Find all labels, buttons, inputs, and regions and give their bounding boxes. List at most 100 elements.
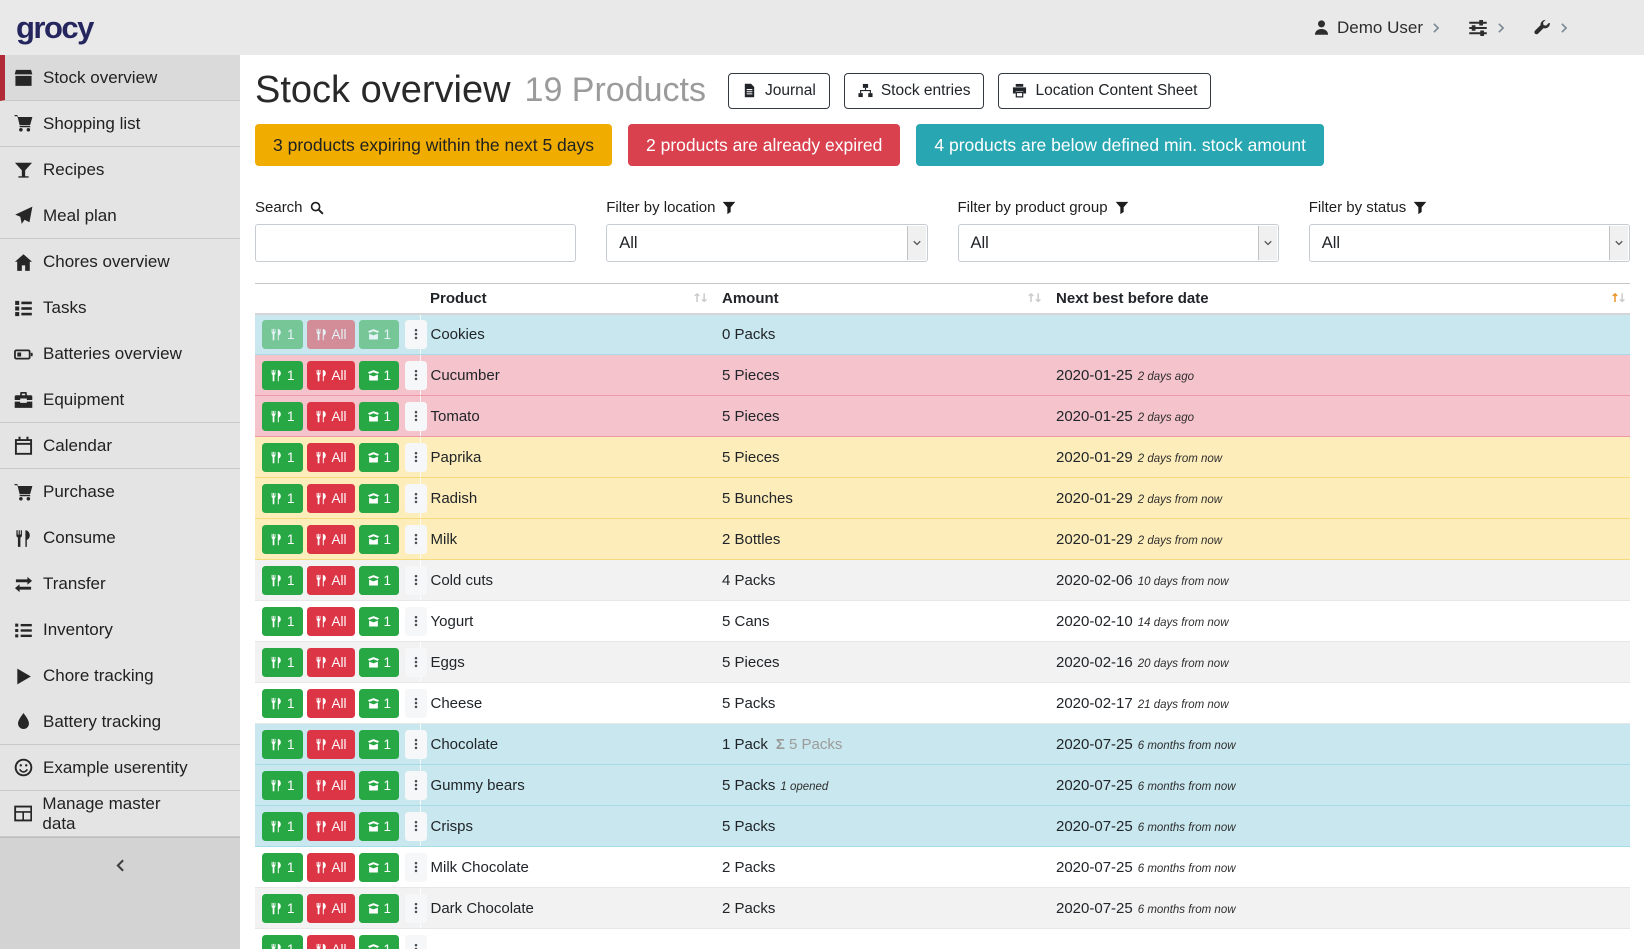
consume-one-button[interactable]: 1	[262, 853, 303, 882]
sidebar-item-purchase[interactable]: Purchase	[0, 469, 240, 515]
sidebar-item-inventory[interactable]: Inventory	[0, 607, 240, 653]
column-header-amount[interactable]: Amount↑↓	[712, 284, 1046, 314]
status-filter-select[interactable]: All	[1309, 224, 1630, 262]
open-one-button[interactable]: 1	[359, 812, 400, 841]
consume-all-button[interactable]: All	[307, 566, 355, 595]
box-icon	[14, 68, 33, 87]
consume-one-button[interactable]: 1	[262, 730, 303, 759]
sidebar-item-meal-plan[interactable]: Meal plan	[0, 193, 240, 239]
user-menu[interactable]: Demo User	[1313, 18, 1442, 38]
open-one-button[interactable]: 1	[359, 935, 400, 949]
consume-one-button[interactable]: 1	[262, 771, 303, 800]
consume-all-button[interactable]: All	[307, 853, 355, 882]
open-one-button[interactable]: 1	[359, 730, 400, 759]
consume-one-button[interactable]: 1	[262, 566, 303, 595]
sidebar-item-chore-tracking[interactable]: Chore tracking	[0, 653, 240, 699]
open-one-button[interactable]: 1	[359, 525, 400, 554]
consume-one-button[interactable]: 1	[262, 443, 303, 472]
consume-one-button[interactable]: 1	[262, 361, 303, 390]
row-menu-button[interactable]	[405, 894, 427, 923]
settings-menu[interactable]	[1468, 18, 1507, 38]
sidebar-item-battery-tracking[interactable]: Battery tracking	[0, 699, 240, 745]
consume-one-button[interactable]: 1	[262, 402, 303, 431]
open-one-button[interactable]: 1	[359, 402, 400, 431]
row-menu-button[interactable]	[405, 361, 427, 390]
search-input[interactable]	[255, 224, 576, 262]
sidebar-item-equipment[interactable]: Equipment	[0, 377, 240, 423]
open-one-button[interactable]: 1	[359, 689, 400, 718]
consume-one-button[interactable]: 1	[262, 812, 303, 841]
row-menu-button[interactable]	[405, 771, 427, 800]
row-menu-button[interactable]	[405, 812, 427, 841]
location-filter-select[interactable]: All	[606, 224, 927, 262]
open-one-button[interactable]: 1	[359, 894, 400, 923]
row-menu-button[interactable]	[405, 689, 427, 718]
sidebar-item-batteries-overview[interactable]: Batteries overview	[0, 331, 240, 377]
consume-all-button[interactable]: All	[307, 525, 355, 554]
open-one-button[interactable]: 1	[359, 484, 400, 513]
row-menu-button[interactable]	[405, 853, 427, 882]
product-group-filter-select[interactable]: All	[958, 224, 1279, 262]
row-menu-button[interactable]	[405, 525, 427, 554]
row-menu-button[interactable]	[405, 484, 427, 513]
sidebar-item-manage-master-data[interactable]: Manage master data	[0, 791, 240, 837]
consume-one-button[interactable]: 1	[262, 484, 303, 513]
consume-one-button[interactable]: 1	[262, 320, 303, 349]
consume-all-button[interactable]: All	[307, 771, 355, 800]
sidebar-item-stock-overview[interactable]: Stock overview	[0, 55, 240, 101]
consume-one-button[interactable]: 1	[262, 935, 303, 949]
row-menu-button[interactable]	[405, 648, 427, 677]
consume-one-button[interactable]: 1	[262, 894, 303, 923]
banner-2-products-are[interactable]: 2 products are already expired	[628, 124, 900, 166]
consume-all-button[interactable]: All	[307, 730, 355, 759]
open-one-button[interactable]: 1	[359, 771, 400, 800]
consume-all-button[interactable]: All	[307, 894, 355, 923]
consume-all-button[interactable]: All	[307, 361, 355, 390]
sidebar-item-shopping-list[interactable]: Shopping list	[0, 101, 240, 147]
consume-all-button[interactable]: All	[307, 935, 355, 949]
open-one-button[interactable]: 1	[359, 443, 400, 472]
consume-all-button[interactable]: All	[307, 402, 355, 431]
consume-one-button[interactable]: 1	[262, 689, 303, 718]
row-menu-button[interactable]	[405, 443, 427, 472]
banner-4-products-are[interactable]: 4 products are below defined min. stock …	[916, 124, 1324, 166]
sidebar-collapse-button[interactable]	[0, 837, 240, 949]
open-one-button[interactable]: 1	[359, 361, 400, 390]
open-one-button[interactable]: 1	[359, 320, 400, 349]
row-menu-button[interactable]	[405, 607, 427, 636]
consume-all-button[interactable]: All	[307, 320, 355, 349]
row-menu-button[interactable]	[405, 402, 427, 431]
consume-one-button[interactable]: 1	[262, 648, 303, 677]
stock-entries-button[interactable]: Stock entries	[844, 73, 985, 109]
consume-all-button[interactable]: All	[307, 648, 355, 677]
row-menu-button[interactable]	[405, 730, 427, 759]
banner-3-products-expiring[interactable]: 3 products expiring within the next 5 da…	[255, 124, 612, 166]
consume-one-button[interactable]: 1	[262, 525, 303, 554]
sidebar-item-chores-overview[interactable]: Chores overview	[0, 239, 240, 285]
open-one-button[interactable]: 1	[359, 607, 400, 636]
open-one-button[interactable]: 1	[359, 648, 400, 677]
column-header-product[interactable]: Product↑↓	[420, 284, 712, 314]
consume-all-button[interactable]: All	[307, 443, 355, 472]
app-logo[interactable]: grocy	[16, 10, 93, 46]
open-one-button[interactable]: 1	[359, 853, 400, 882]
sidebar-item-consume[interactable]: Consume	[0, 515, 240, 561]
sidebar-item-tasks[interactable]: Tasks	[0, 285, 240, 331]
row-menu-button[interactable]	[405, 566, 427, 595]
consume-all-button[interactable]: All	[307, 689, 355, 718]
location-content-sheet-button[interactable]: Location Content Sheet	[998, 73, 1211, 109]
admin-menu[interactable]	[1533, 19, 1570, 37]
journal-button[interactable]: Journal	[728, 73, 830, 109]
open-one-button[interactable]: 1	[359, 566, 400, 595]
column-header-next-best-before-date[interactable]: Next best before date↑↓	[1046, 284, 1630, 314]
sidebar-item-recipes[interactable]: Recipes	[0, 147, 240, 193]
sidebar-item-calendar[interactable]: Calendar	[0, 423, 240, 469]
row-menu-button[interactable]	[405, 935, 427, 949]
consume-one-button[interactable]: 1	[262, 607, 303, 636]
row-menu-button[interactable]	[405, 320, 427, 349]
sidebar-item-transfer[interactable]: Transfer	[0, 561, 240, 607]
sidebar-item-example-userentity[interactable]: Example userentity	[0, 745, 240, 791]
consume-all-button[interactable]: All	[307, 484, 355, 513]
consume-all-button[interactable]: All	[307, 812, 355, 841]
consume-all-button[interactable]: All	[307, 607, 355, 636]
